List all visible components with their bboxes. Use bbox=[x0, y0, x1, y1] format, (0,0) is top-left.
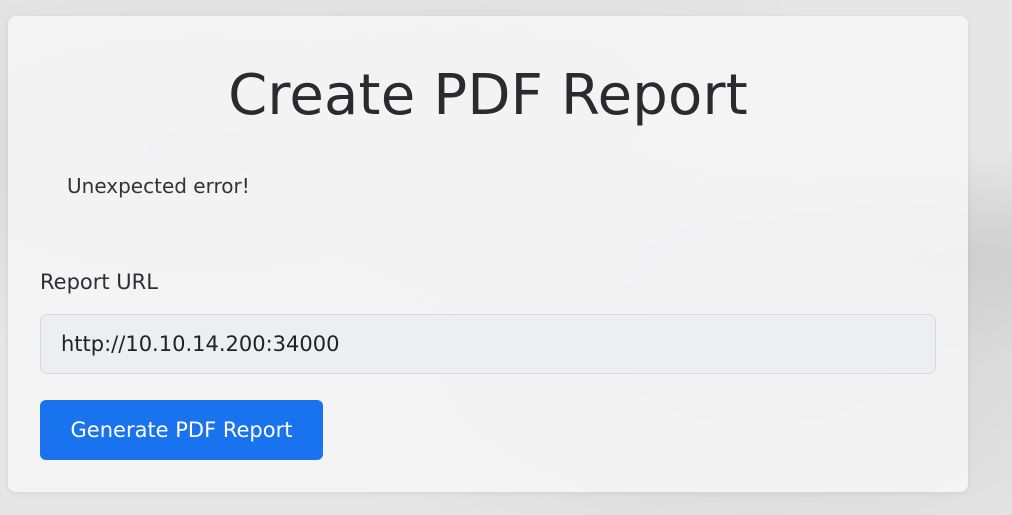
error-message: Unexpected error! bbox=[67, 174, 250, 198]
report-url-input[interactable] bbox=[40, 314, 936, 374]
report-url-label: Report URL bbox=[40, 270, 158, 294]
generate-pdf-report-button[interactable]: Generate PDF Report bbox=[40, 400, 323, 460]
report-card: Create PDF Report Unexpected error! Repo… bbox=[8, 16, 968, 492]
page-title: Create PDF Report bbox=[228, 63, 748, 128]
